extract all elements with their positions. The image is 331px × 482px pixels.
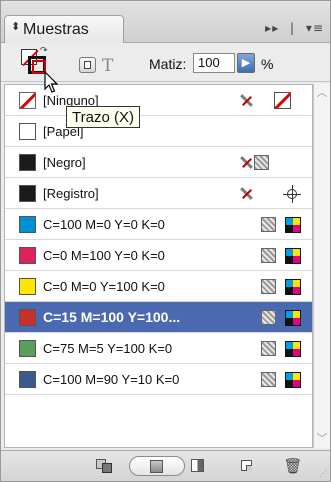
swatch-label: C=100 M=90 Y=10 K=0	[43, 372, 180, 387]
show-color-swatches-button[interactable]	[188, 456, 208, 476]
cmyk-mode-icon	[285, 341, 301, 357]
cmyk-mode-icon	[285, 217, 301, 233]
process-color-icon	[261, 341, 276, 356]
swatch-label: C=75 M=5 Y=100 K=0	[43, 341, 173, 356]
non-editable-icon	[237, 185, 255, 203]
swatch-color-chip	[19, 371, 36, 388]
swatch-row-yellow[interactable]: C=0 M=0 Y=100 K=0	[5, 271, 312, 302]
panel-footer: 🗑 ⋰	[1, 450, 330, 481]
registration-icon	[282, 184, 302, 204]
swatch-row-magenta[interactable]: C=0 M=100 Y=0 K=0	[5, 240, 312, 271]
formatting-container-button[interactable]	[79, 57, 96, 73]
swatch-label: [Negro]	[43, 155, 86, 170]
non-editable-icon	[237, 154, 255, 172]
new-page-icon	[241, 460, 252, 471]
swatch-row-blue[interactable]: C=100 M=90 Y=10 K=0	[5, 364, 312, 395]
process-color-icon	[261, 310, 276, 325]
resize-grip-icon[interactable]: ⋰	[319, 469, 327, 478]
swatch-label: C=0 M=0 Y=100 K=0	[43, 279, 165, 294]
tab-label: Muestras	[23, 21, 89, 38]
swatch-group-icon	[102, 463, 112, 473]
tab-swatches[interactable]: ⬍ Muestras	[4, 15, 124, 43]
swatch-list: [Ninguno] [Papel] [Negro] [Registro] C=1…	[4, 84, 313, 448]
cmyk-mode-icon	[285, 310, 301, 326]
delete-swatch-button[interactable]: 🗑	[283, 456, 303, 476]
process-color-icon	[261, 372, 276, 387]
swatch-label: C=100 M=0 Y=0 K=0	[43, 217, 165, 232]
process-color-icon	[261, 279, 276, 294]
hue-slider-button[interactable]: ▶	[237, 53, 255, 73]
chevron-right-icon: ▶	[241, 56, 251, 69]
hue-label: Matiz:	[149, 56, 187, 72]
formatting-text-button[interactable]: T	[102, 56, 113, 76]
non-editable-icon	[237, 92, 255, 110]
swatch-label: C=15 M=100 Y=100...	[43, 309, 181, 325]
new-swatch-button[interactable]	[237, 456, 257, 476]
swatch-row-black[interactable]: [Negro]	[5, 147, 312, 178]
hue-unit: %	[261, 56, 274, 72]
swatch-none-icon	[19, 92, 36, 109]
swatch-color-chip	[19, 309, 36, 326]
swatch-row-green[interactable]: C=75 M=5 Y=100 K=0	[5, 333, 312, 364]
cmyk-mode-icon	[285, 372, 301, 388]
panel-menu-icon[interactable]: ▾≡	[306, 21, 324, 35]
swatch-row-paper[interactable]: [Papel]	[5, 116, 312, 147]
trash-icon: 🗑	[283, 457, 303, 475]
header-icons: ▸▸ | ▾≡	[259, 21, 324, 35]
half-swatch-icon	[191, 459, 204, 472]
cmyk-mode-icon	[285, 248, 301, 264]
swatch-row-cyan[interactable]: C=100 M=0 Y=0 K=0	[5, 209, 312, 240]
swatch-color-chip	[19, 123, 36, 140]
panel-header: ⬍ Muestras ▸▸ | ▾≡	[1, 1, 330, 43]
tooltip: Trazo (X)	[66, 106, 140, 128]
swatch-color-chip	[19, 340, 36, 357]
swatch-row-registration[interactable]: [Registro]	[5, 178, 312, 209]
swatch-color-chip	[19, 185, 36, 202]
process-color-icon	[261, 248, 276, 263]
swatch-color-chip	[19, 154, 36, 171]
show-all-swatches-button[interactable]	[129, 456, 185, 476]
swatch-color-chip	[19, 278, 36, 295]
swatch-label: [Registro]	[43, 186, 99, 201]
swatch-row-red-selected[interactable]: C=15 M=100 Y=100...	[5, 302, 312, 333]
chevron-down-icon[interactable]: ﹀	[314, 430, 330, 448]
process-color-icon	[254, 155, 269, 170]
scrollbar[interactable]: ︿ ﹀	[313, 84, 330, 448]
swatch-color-chip	[19, 247, 36, 264]
cmyk-mode-icon	[285, 279, 301, 295]
divider-icon: |	[290, 21, 296, 35]
process-color-icon	[261, 217, 276, 232]
swap-arrow-icon[interactable]: ↷	[40, 46, 48, 56]
collapse-arrows-icon[interactable]: ⬍	[11, 20, 20, 33]
chevron-up-icon[interactable]: ︿	[314, 84, 330, 102]
swatch-label: C=0 M=100 Y=0 K=0	[43, 248, 165, 263]
double-arrow-icon[interactable]: ▸▸	[265, 21, 279, 35]
container-icon	[84, 61, 91, 69]
mouse-cursor-icon	[44, 71, 59, 93]
swatch-color-chip	[19, 216, 36, 233]
hue-input[interactable]: 100	[193, 53, 235, 73]
new-color-group-button[interactable]	[95, 456, 115, 476]
none-color-icon	[274, 92, 291, 109]
swatch-square-icon	[150, 460, 163, 473]
